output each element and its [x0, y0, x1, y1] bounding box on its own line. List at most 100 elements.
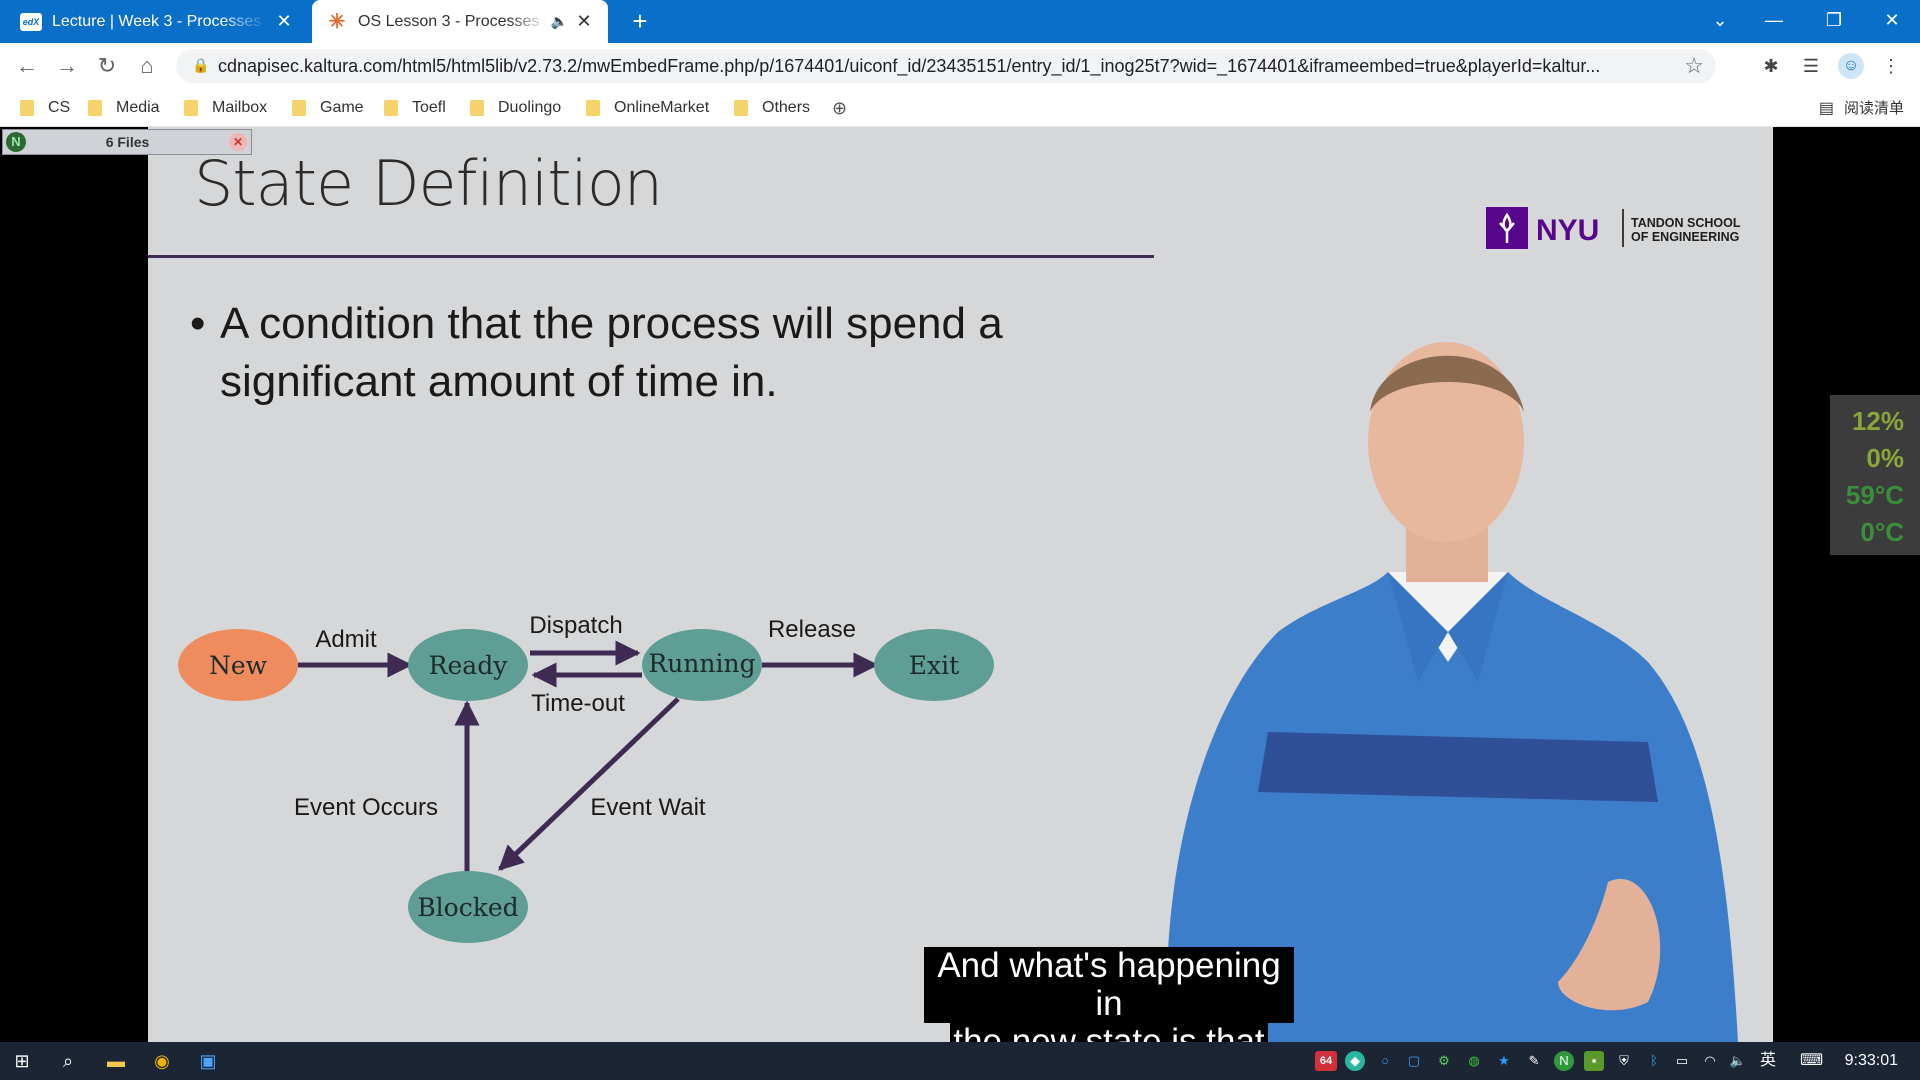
bullet-text: A condition that the process will spend …: [220, 299, 1003, 406]
state-label-ready: Ready: [429, 651, 509, 680]
tray-star-icon[interactable]: ★: [1494, 1051, 1514, 1071]
folder-icon: [384, 100, 398, 116]
file-explorer-icon[interactable]: ▬: [102, 1048, 130, 1074]
gpu-temp: 0°C: [1860, 517, 1904, 547]
taskbar-clock[interactable]: 9:33:01: [1845, 1052, 1898, 1070]
globe-icon[interactable]: ⊕: [832, 97, 847, 119]
extensions-puzzle-icon[interactable]: ✱: [1758, 53, 1784, 79]
close-tab-icon[interactable]: ✕: [574, 11, 594, 32]
gpu-usage: 0%: [1866, 443, 1904, 473]
tray-keyboard-icon[interactable]: ⌨: [1800, 1051, 1823, 1071]
state-label-running: Running: [648, 649, 755, 678]
cpu-usage: 12%: [1851, 406, 1904, 436]
kaltura-favicon-icon: ✳: [328, 11, 346, 33]
profile-avatar[interactable]: ☺: [1838, 53, 1864, 79]
title-divider: [148, 255, 1154, 258]
tray-bluetooth-icon[interactable]: ᛒ: [1644, 1051, 1664, 1071]
bookmarks-bar: CS Media Mailbox Game Toefl Duolingo Onl…: [0, 89, 1920, 127]
tray-network-tool-icon[interactable]: ⚙: [1434, 1051, 1454, 1071]
caption-line-1: And what's happening in: [924, 947, 1294, 1023]
speaker-icon[interactable]: 🔈: [551, 13, 568, 30]
tray-volume-icon[interactable]: 🔈: [1728, 1051, 1748, 1071]
tray-n-icon[interactable]: N: [1554, 1051, 1574, 1071]
video-player[interactable]: State Definition NYU TANDON SCHOOL OF EN…: [0, 127, 1920, 1042]
browser-toolbar: ← → ↻ ⌂ 🔒 cdnapisec.kaltura.com/html5/ht…: [0, 43, 1920, 89]
url-text[interactable]: cdnapisec.kaltura.com/html5/html5lib/v2.…: [218, 56, 1678, 77]
bookmark-star-icon[interactable]: ☆: [1684, 53, 1704, 79]
folder-icon: [734, 100, 748, 116]
tray-battery-icon[interactable]: ▭: [1672, 1051, 1692, 1071]
restore-button[interactable]: ❐: [1804, 0, 1864, 43]
bookmark-folder-game[interactable]: Game: [292, 97, 364, 119]
close-widget-icon[interactable]: ✕: [229, 133, 247, 151]
reading-list-button[interactable]: ▤ 阅读清单: [1819, 97, 1904, 118]
close-tab-icon[interactable]: ✕: [274, 11, 294, 32]
windows-taskbar: ⊞ ⌕ ▬ ◉ ▣ 64 ◆ ○ ▢ ⚙ ◍ ★ ✎ N ▪ ⛨ ᛒ ▭ ◠ 🔈…: [0, 1042, 1920, 1080]
files-widget[interactable]: N 6 Files ✕: [2, 129, 252, 155]
transition-label-event-occurs: Event Occurs: [294, 794, 438, 821]
presenter-figure: [1166, 342, 1738, 1042]
bookmark-folder-cs[interactable]: CS: [20, 97, 70, 119]
slide-bullet: • A condition that the process will spen…: [190, 295, 1090, 411]
bookmark-folder-duolingo[interactable]: Duolingo: [470, 97, 561, 119]
reload-icon[interactable]: ↻: [92, 51, 122, 81]
tray-nvidia-icon[interactable]: ▪: [1584, 1051, 1604, 1071]
state-label-new: New: [209, 651, 268, 680]
bookmark-folder-others[interactable]: Others: [734, 97, 810, 119]
transition-label-admit: Admit: [315, 626, 377, 653]
bookmark-folder-media[interactable]: Media: [88, 97, 160, 119]
folder-icon: [292, 100, 306, 116]
tray-app-icon[interactable]: ◆: [1345, 1051, 1365, 1071]
new-tab-button[interactable]: +: [624, 6, 656, 38]
video-caption: And what's happening in the new state is…: [924, 947, 1294, 1042]
address-bar[interactable]: 🔒 cdnapisec.kaltura.com/html5/html5lib/v…: [176, 49, 1716, 83]
files-count: 6 Files: [105, 134, 150, 150]
folder-icon: [88, 100, 102, 116]
nyu-tandon-logo: NYU TANDON SCHOOL OF ENGINEERING: [1486, 207, 1741, 249]
lock-icon[interactable]: 🔒: [192, 57, 209, 74]
media-control-icon[interactable]: ☰: [1798, 53, 1824, 79]
files-app-icon: N: [6, 132, 26, 152]
bookmark-folder-mailbox[interactable]: Mailbox: [184, 97, 267, 119]
caption-line-2: the new state is that: [950, 1023, 1268, 1042]
folder-icon: [586, 100, 600, 116]
chrome-icon[interactable]: ◉: [148, 1048, 176, 1074]
transition-label-timeout: Time-out: [531, 690, 625, 717]
home-icon[interactable]: ⌂: [132, 51, 162, 81]
transition-label-event-wait: Event Wait: [590, 794, 705, 821]
folder-icon: [20, 100, 34, 116]
tray-wechat-icon[interactable]: ◍: [1464, 1051, 1484, 1071]
back-arrow-icon[interactable]: ←: [12, 51, 42, 81]
menu-kebab-icon[interactable]: ⋮: [1878, 53, 1904, 79]
windows-start-icon[interactable]: ⊞: [8, 1048, 36, 1074]
tray-shield-icon[interactable]: ⛨: [1614, 1051, 1634, 1071]
tray-pen-icon[interactable]: ✎: [1524, 1051, 1544, 1071]
tab-search-chevron-icon[interactable]: ⌄: [1690, 0, 1750, 43]
bookmark-folder-onlinemarket[interactable]: OnlineMarket: [586, 97, 709, 119]
folder-icon: [184, 100, 198, 116]
forward-arrow-icon[interactable]: →: [52, 51, 82, 81]
tray-wifi-icon[interactable]: ◠: [1700, 1051, 1720, 1071]
close-window-button[interactable]: ✕: [1862, 0, 1920, 43]
state-label-blocked: Blocked: [417, 893, 518, 922]
tray-cortana-icon[interactable]: ○: [1375, 1051, 1395, 1071]
app-icon[interactable]: ▣: [194, 1048, 222, 1074]
tray-badge[interactable]: 64: [1315, 1051, 1337, 1071]
search-icon[interactable]: ⌕: [54, 1048, 82, 1074]
system-monitor-overlay: 12% 0% 59°C 0°C: [1830, 395, 1920, 555]
arrow-event-wait: [498, 697, 680, 871]
svg-text:NYU: NYU: [1536, 214, 1599, 247]
svg-text:TANDON SCHOOL: TANDON SCHOOL: [1631, 216, 1741, 230]
state-label-exit: Exit: [909, 651, 959, 680]
folder-icon: [470, 100, 484, 116]
minimize-button[interactable]: —: [1744, 0, 1804, 43]
tray-ime-indicator[interactable]: 英: [1758, 1051, 1778, 1071]
bookmark-folder-toefl[interactable]: Toefl: [384, 97, 446, 119]
transition-label-release: Release: [768, 616, 856, 643]
tab-lecture[interactable]: edX Lecture | Week 3 - Processes and Thr…: [6, 0, 308, 43]
lecture-slide: State Definition NYU TANDON SCHOOL OF EN…: [148, 127, 1773, 1042]
svg-text:OF ENGINEERING: OF ENGINEERING: [1631, 230, 1739, 244]
tab-os-lesson[interactable]: ✳ OS Lesson 3 - Processes and Threads 🔈 …: [312, 0, 608, 43]
tray-window-icon[interactable]: ▢: [1404, 1051, 1424, 1071]
bullet-dot: •: [190, 299, 206, 348]
